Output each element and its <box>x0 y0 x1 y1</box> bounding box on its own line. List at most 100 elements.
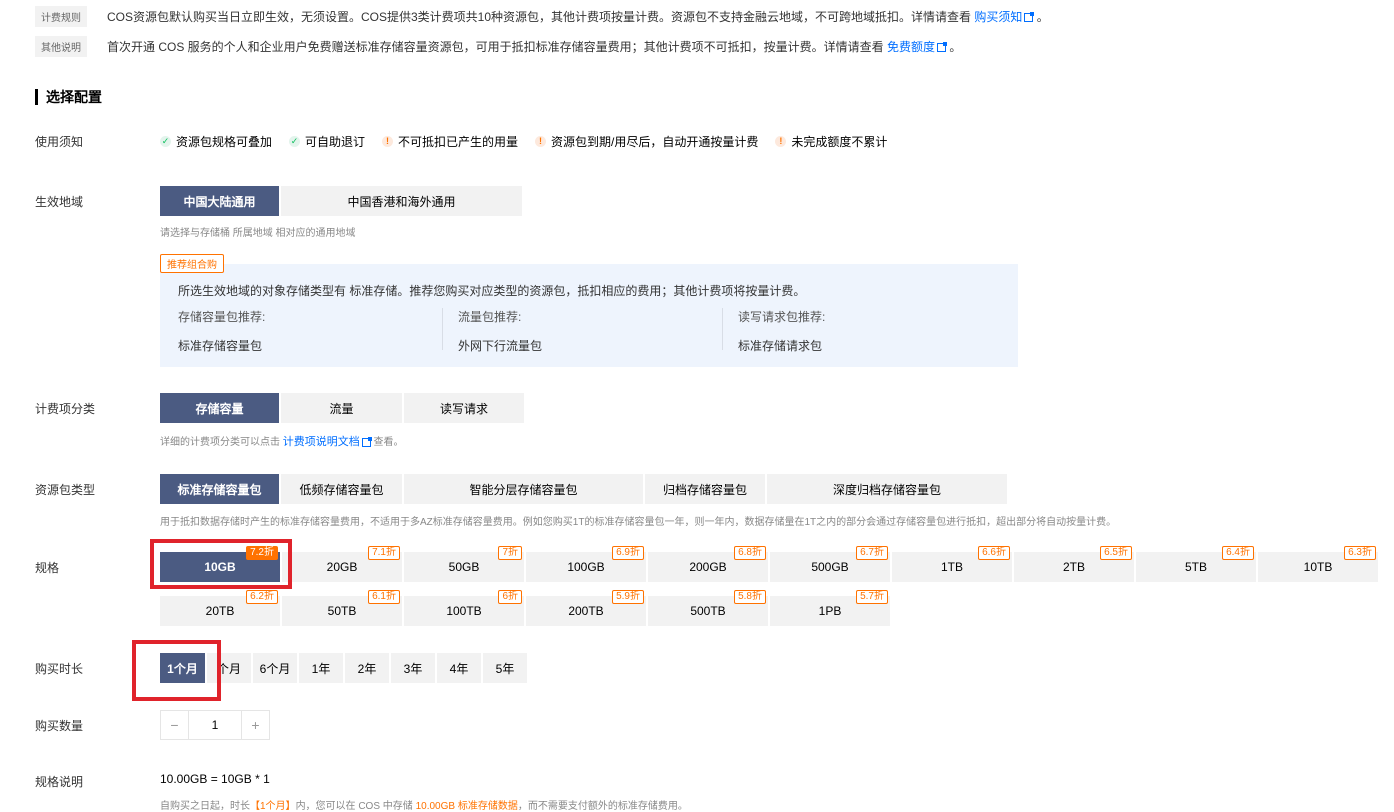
promo-tag: 推荐组合购 <box>160 254 224 273</box>
duration-option[interactable]: 6个月 <box>253 653 299 683</box>
duration-option[interactable]: 3年 <box>391 653 437 683</box>
promo-request-value: 标准存储请求包 <box>738 339 823 353</box>
notice-billing-rules: 计费规则 COS资源包默认购买当日立即生效，无须设置。COS提供3类计费项共10… <box>35 6 1049 27</box>
spec-option[interactable]: 10TB 6.3折 <box>1258 546 1378 582</box>
discount-badge: 6.3折 <box>1344 546 1376 560</box>
spec-label: 规格 <box>35 561 60 575</box>
usage-tip-text: 可自助退订 <box>305 135 366 149</box>
spec-size-label: 20GB <box>326 560 358 574</box>
check-icon: ✓ <box>160 136 171 147</box>
usage-tip: ✓ 资源包规格可叠加 <box>160 133 272 150</box>
discount-badge: 5.8折 <box>734 590 766 604</box>
promo-request-title: 读写请求包推荐: <box>738 310 826 324</box>
spec-option[interactable]: 20GB 7.1折 <box>282 546 402 582</box>
package-option-deep-archive[interactable]: 深度归档存储容量包 <box>767 474 1007 504</box>
discount-badge: 7折 <box>498 546 522 560</box>
usage-tip: ✓ 可自助退订 <box>289 133 365 150</box>
spec-desc-label: 规格说明 <box>35 775 84 789</box>
highlight-box-duration <box>132 640 221 701</box>
region-selector: 中国大陆通用 中国香港和海外通用 <box>160 186 522 216</box>
section-title: 选择配置 <box>35 89 102 105</box>
promo-traffic: 流量包推荐: 外网下行流量包 <box>458 308 542 354</box>
usage-tip-text: 资源包规格可叠加 <box>176 135 273 149</box>
discount-badge: 6.2折 <box>246 590 278 604</box>
discount-badge: 6.5折 <box>1100 546 1132 560</box>
spec-size-label: 5TB <box>1184 560 1207 574</box>
usage-tip-text: 资源包到期/用尽后，自动开通按量计费 <box>551 135 759 149</box>
spec-option[interactable]: 50TB 6.1折 <box>282 590 402 626</box>
billing-option-traffic[interactable]: 流量 <box>281 393 404 423</box>
promo-request: 读写请求包推荐: 标准存储请求包 <box>738 308 825 354</box>
package-option-standard[interactable]: 标准存储容量包 <box>160 474 281 504</box>
usage-tip-text: 未完成额度不累计 <box>791 135 888 149</box>
info-icon: ! <box>535 136 547 147</box>
discount-badge: 6.7折 <box>856 546 888 560</box>
promo-traffic-title: 流量包推荐: <box>458 310 522 324</box>
billing-hint: 详细的计费项分类可以点击 计费项说明文档 查看。 <box>160 436 404 448</box>
duration-option[interactable]: 2年 <box>345 653 391 683</box>
spec-option[interactable]: 200TB 5.9折 <box>526 590 646 626</box>
region-option-hk-overseas[interactable]: 中国香港和海外通用 <box>281 186 522 216</box>
spec-size-label: 500TB <box>690 604 726 618</box>
check-icon: ✓ <box>289 136 301 147</box>
usage-tip: ! 不可抵扣已产生的用量 <box>382 133 518 150</box>
discount-badge: 6.6折 <box>978 546 1010 560</box>
billing-option-requests[interactable]: 读写请求 <box>404 393 524 423</box>
spec-option[interactable]: 500GB 6.7折 <box>770 546 890 582</box>
spec-option[interactable]: 50GB 7折 <box>404 546 524 582</box>
package-type-hint: 用于抵扣数据存储时产生的标准存储容量费用，不适用于多AZ标准存储容量费用。例如您… <box>160 517 1117 528</box>
spec-size-label: 50TB <box>327 604 357 618</box>
duration-option[interactable]: 4年 <box>437 653 483 683</box>
package-option-intelligent[interactable]: 智能分层存储容量包 <box>404 474 645 504</box>
info-icon: ! <box>775 136 787 147</box>
duration-option[interactable]: 1年 <box>299 653 345 683</box>
duration-label: 购买时长 <box>35 662 84 676</box>
spec-size-label: 200GB <box>689 560 727 574</box>
purchase-notice-link[interactable]: 购买须知 <box>974 10 1022 24</box>
spec-size-label: 1PB <box>818 604 842 618</box>
spec-option[interactable]: 2TB 6.5折 <box>1014 546 1134 582</box>
spec-option[interactable]: 20TB 6.2折 <box>160 590 280 626</box>
highlight-box-spec <box>150 539 292 589</box>
spec-option[interactable]: 100GB 6.9折 <box>526 546 646 582</box>
increment-button[interactable]: + <box>242 711 269 739</box>
quantity-stepper: − 1 + <box>160 710 270 740</box>
usage-tip-text: 不可抵扣已产生的用量 <box>398 135 519 149</box>
usage-label: 使用须知 <box>35 135 84 149</box>
decrement-button[interactable]: − <box>161 711 188 739</box>
spec-option[interactable]: 1TB 6.6折 <box>892 546 1012 582</box>
notice-text: COS资源包默认购买当日立即生效，无须设置。COS提供3类计费项共10种资源包，… <box>107 10 1049 24</box>
spec-size-label: 200TB <box>568 604 604 618</box>
discount-badge: 7.1折 <box>368 546 400 560</box>
spec-footnote: 自购买之日起，时长【1个月】内，您可以在 COS 中存储 10.00GB 标准存… <box>160 801 688 812</box>
promo-storage: 存储容量包推荐: 标准存储容量包 <box>178 308 265 354</box>
spec-size-label: 100TB <box>446 604 482 618</box>
spec-option[interactable]: 500TB 5.8折 <box>648 590 768 626</box>
promo-description: 所选生效地域的对象存储类型有 标准存储。推荐您购买对应类型的资源包，抵扣相应的费… <box>178 284 806 298</box>
package-option-archive[interactable]: 归档存储容量包 <box>645 474 767 504</box>
spec-option[interactable]: 5TB 6.4折 <box>1136 546 1256 582</box>
duration-option[interactable]: 5年 <box>483 653 529 683</box>
usage-tip: ! 资源包到期/用尽后，自动开通按量计费 <box>535 133 758 150</box>
promo-divider <box>442 308 443 350</box>
spec-option[interactable]: 100TB 6折 <box>404 590 524 626</box>
billing-doc-link[interactable]: 计费项说明文档 <box>283 436 360 448</box>
usage-tips: ✓ 资源包规格可叠加 ✓ 可自助退订! 不可抵扣已产生的用量! 资源包到期/用尽后，自动开… <box>160 133 904 150</box>
quantity-label: 购买数量 <box>35 719 84 733</box>
spec-size-label: 2TB <box>1062 560 1085 574</box>
promo-divider <box>722 308 723 350</box>
spec-size-label: 500GB <box>811 560 849 574</box>
spec-option[interactable]: 200GB 6.8折 <box>648 546 768 582</box>
package-option-infrequent[interactable]: 低频存储容量包 <box>281 474 404 504</box>
spec-size-label: 1TB <box>940 560 963 574</box>
discount-badge: 6折 <box>498 590 522 604</box>
promo-storage-value: 标准存储容量包 <box>178 339 263 353</box>
quantity-input[interactable]: 1 <box>188 711 242 739</box>
external-link-icon <box>1024 12 1035 23</box>
spec-option[interactable]: 1PB 5.7折 <box>770 590 890 626</box>
billing-option-storage[interactable]: 存储容量 <box>160 393 281 423</box>
free-quota-link[interactable]: 免费额度 <box>887 40 935 54</box>
discount-badge: 6.9折 <box>612 546 644 560</box>
region-option-mainland[interactable]: 中国大陆通用 <box>160 186 281 216</box>
notice-tag: 其他说明 <box>35 36 87 57</box>
